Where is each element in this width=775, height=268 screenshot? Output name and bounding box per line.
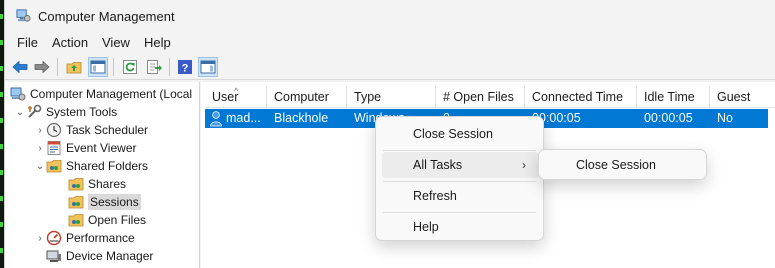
menu-help[interactable]: Help bbox=[144, 35, 171, 50]
cell-user: mad... bbox=[226, 111, 261, 125]
cell-computer: Blackhole bbox=[274, 111, 329, 125]
performance-icon bbox=[46, 230, 62, 246]
menu-item-label: All Tasks bbox=[413, 158, 463, 172]
menu-view[interactable]: View bbox=[102, 35, 130, 50]
tree-item-label: Shared Folders bbox=[66, 159, 149, 173]
shared-folder-icon bbox=[46, 160, 62, 173]
clock-icon bbox=[46, 122, 62, 138]
tree-item-label: System Tools bbox=[46, 105, 118, 119]
chevron-right-icon[interactable]: › bbox=[34, 143, 46, 154]
system-tools-icon bbox=[28, 104, 42, 118]
back-button[interactable] bbox=[10, 57, 30, 77]
menu-item-close-session[interactable]: Close Session bbox=[382, 121, 539, 147]
export-list-icon bbox=[147, 60, 162, 74]
shared-folder-icon bbox=[68, 214, 84, 227]
tree-item-shares[interactable]: Shares bbox=[68, 175, 126, 193]
help-icon: ? bbox=[178, 60, 192, 75]
chevron-right-icon: › bbox=[522, 158, 526, 172]
tree-item-performance[interactable]: › Performance bbox=[34, 229, 135, 247]
computer-management-icon bbox=[10, 87, 26, 101]
cell-guest: No bbox=[717, 111, 733, 125]
tree-item-sessions[interactable]: Sessions bbox=[68, 193, 141, 211]
shared-folder-icon bbox=[68, 178, 84, 191]
tree-item-open-files[interactable]: Open Files bbox=[68, 211, 146, 229]
column-header-open-files[interactable]: # Open Files bbox=[436, 86, 525, 108]
tree-item-task-scheduler[interactable]: › Task Scheduler bbox=[34, 121, 148, 139]
title-bar[interactable]: Computer Management bbox=[5, 0, 775, 32]
svg-text:?: ? bbox=[182, 63, 189, 75]
refresh-icon bbox=[123, 60, 137, 74]
column-header-connected-time[interactable]: Connected Time bbox=[525, 86, 637, 108]
up-folder-icon bbox=[66, 62, 82, 74]
context-menu: Close Session All Tasks › Refresh Help bbox=[375, 116, 544, 241]
forward-button[interactable] bbox=[32, 57, 52, 77]
tree-item-shared-folders[interactable]: ⌄ Shared Folders bbox=[34, 157, 148, 175]
device-manager-icon bbox=[46, 250, 61, 262]
tree-item-label: Sessions bbox=[88, 194, 141, 210]
menu-bar: File Action View Help bbox=[5, 32, 775, 52]
tree-item-label: Performance bbox=[66, 231, 135, 245]
list-header: ^ User Computer Type # Open Files Connec… bbox=[205, 86, 775, 108]
show-hide-console-tree-icon bbox=[90, 60, 106, 74]
submenu-item-close-session[interactable]: Close Session bbox=[545, 152, 702, 178]
chevron-down-icon[interactable]: ⌄ bbox=[14, 107, 26, 118]
up-one-level-button[interactable] bbox=[64, 57, 84, 77]
menu-item-help[interactable]: Help bbox=[382, 214, 539, 240]
show-action-pane-icon bbox=[200, 60, 216, 74]
toolbar: ? bbox=[5, 54, 775, 80]
help-button[interactable]: ? bbox=[175, 57, 195, 77]
tree-item-device-manager[interactable]: Device Manager bbox=[46, 247, 153, 265]
shared-folder-icon bbox=[68, 196, 84, 209]
event-viewer-icon bbox=[47, 141, 61, 155]
chevron-down-icon[interactable]: ⌄ bbox=[34, 161, 46, 172]
tree-item-label: Open Files bbox=[88, 213, 147, 227]
menu-action[interactable]: Action bbox=[52, 35, 88, 50]
tree-item-label: Task Scheduler bbox=[66, 123, 149, 137]
tree-item-label: Shares bbox=[88, 177, 127, 191]
column-header-idle-time[interactable]: Idle Time bbox=[637, 86, 710, 108]
back-arrow-icon bbox=[12, 60, 28, 74]
show-hide-console-tree-button[interactable] bbox=[88, 57, 108, 77]
menu-item-refresh[interactable]: Refresh bbox=[382, 183, 539, 209]
tree-item-computer-management[interactable]: Computer Management (Local bbox=[10, 85, 192, 103]
column-header-guest[interactable]: Guest bbox=[710, 86, 770, 108]
show-hide-action-pane-button[interactable] bbox=[198, 57, 218, 77]
forward-arrow-icon bbox=[34, 60, 50, 74]
window-title: Computer Management bbox=[38, 9, 175, 24]
tree-item-label: Computer Management (Local bbox=[30, 87, 193, 101]
tree-item-label: Device Manager bbox=[66, 249, 154, 263]
sort-ascending-icon: ^ bbox=[234, 86, 239, 96]
column-header-user[interactable]: ^ User bbox=[205, 86, 267, 108]
tree-item-event-viewer[interactable]: › Event Viewer bbox=[34, 139, 136, 157]
export-list-button[interactable] bbox=[144, 57, 164, 77]
all-tasks-submenu: Close Session bbox=[538, 149, 707, 180]
computer-management-icon bbox=[16, 9, 31, 22]
menu-item-all-tasks[interactable]: All Tasks › bbox=[382, 152, 539, 178]
menu-file[interactable]: File bbox=[17, 35, 38, 50]
refresh-button[interactable] bbox=[120, 57, 140, 77]
chevron-right-icon[interactable]: › bbox=[34, 233, 46, 244]
tree-item-label: Event Viewer bbox=[66, 141, 137, 155]
chevron-right-icon[interactable]: › bbox=[34, 125, 46, 136]
tree-item-system-tools[interactable]: ⌄ System Tools bbox=[14, 103, 117, 121]
console-tree: Computer Management (Local ⌄ System Tool… bbox=[5, 82, 200, 268]
column-header-computer[interactable]: Computer bbox=[267, 86, 347, 108]
column-header-type[interactable]: Type bbox=[347, 86, 436, 108]
cell-idle-time: 00:00:05 bbox=[644, 111, 693, 125]
